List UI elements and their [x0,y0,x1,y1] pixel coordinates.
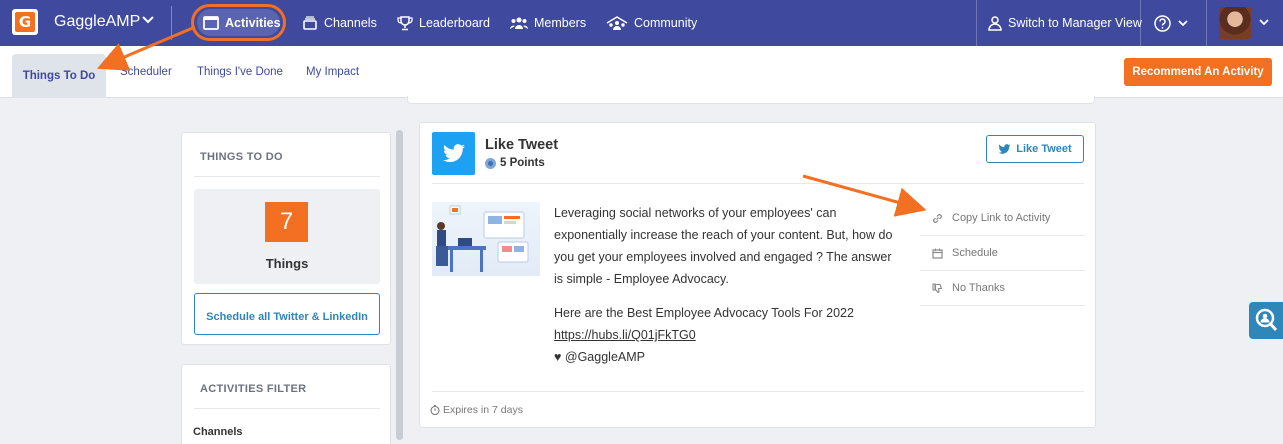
copy-link-action[interactable]: Copy Link to Activity [920,201,1085,236]
tab-my-impact[interactable]: My Impact [306,46,359,98]
nav-divider [1140,0,1141,46]
thumbs-down-icon [932,282,943,293]
like-tweet-label: Like Tweet [1016,143,1072,155]
action-label: No Thanks [952,282,1005,294]
signature: ♥ @GaggleAMP [554,350,645,364]
nav-item-members[interactable]: Members [510,0,586,46]
divider [432,391,1084,392]
search-help-icon [1255,308,1278,331]
chevron-down-icon [1178,20,1188,27]
nav-item-label: Leaderboard [419,16,490,30]
schedule-all-button[interactable]: Schedule all Twitter & LinkedIn [194,293,380,335]
user-icon [988,15,1002,31]
switch-manager-view-link[interactable]: Switch to Manager View [988,0,1142,46]
panel-title: THINGS TO DO [200,151,283,163]
divider [194,408,380,409]
divider [194,176,380,177]
nav-item-label: Channels [324,16,377,30]
nav-item-community[interactable]: Community [606,0,697,46]
activity-points: 5 Points [485,157,545,169]
nav-divider [976,0,977,46]
chevron-down-icon[interactable] [140,11,156,27]
points-icon [485,157,496,169]
gaggleamp-logo[interactable]: G [12,9,38,35]
like-tweet-button[interactable]: Like Tweet [986,135,1084,163]
things-count: 7 [265,202,308,242]
switch-manager-view-label: Switch to Manager View [1008,16,1142,30]
user-avatar[interactable] [1219,7,1251,39]
description-line: Here are the Best Employee Advocacy Tool… [554,306,854,320]
activity-title: Like Tweet [485,137,559,153]
activity-card: Like Tweet 5 Points Like Tweet Leveragin… [419,122,1096,428]
help-menu[interactable] [1154,0,1195,46]
nav-item-label: Members [534,16,587,30]
things-count-label: Things [265,256,309,271]
members-icon [510,17,528,29]
expires-info: Expires in 7 days [430,404,523,416]
schedule-action[interactable]: Schedule [920,236,1085,271]
tab-things-to-do[interactable]: Things To Do [12,54,106,98]
activity-actions: Copy Link to Activity Schedule No Thanks [920,201,1085,306]
community-icon [606,16,628,30]
trophy-icon [397,15,413,30]
top-navigation-bar: G GaggleAMP Activities Channels Leaderbo… [0,0,1283,46]
description-paragraph: Leveraging social networks of your emplo… [554,206,893,286]
activity-illustration[interactable] [432,202,540,276]
nav-divider [171,6,172,40]
nav-item-leaderboard[interactable]: Leaderboard [397,0,490,46]
link-icon [933,213,942,223]
help-widget-button[interactable] [1249,302,1283,339]
annotation-circle [191,4,286,41]
help-icon [1154,14,1171,32]
things-to-do-panel: THINGS TO DO 7 Things Schedule all Twitt… [181,132,391,345]
chevron-down-icon[interactable] [1258,16,1270,28]
previous-card-edge [407,96,1095,104]
channels-filter-label: Channels [193,426,243,438]
panel-title: ACTIVITIES FILTER [200,383,307,395]
points-label: 5 Points [500,157,545,169]
tab-things-ive-done[interactable]: Things I've Done [197,46,283,98]
calendar-icon [932,248,943,259]
nav-divider [1206,0,1207,46]
sub-navigation: Things To Do Scheduler Things I've Done … [0,46,1283,98]
activity-description: Leveraging social networks of your emplo… [554,202,894,368]
channels-icon [303,16,317,30]
activities-filter-panel: ACTIVITIES FILTER Channels [181,364,391,444]
recommend-activity-button[interactable]: Recommend An Activity [1124,58,1272,86]
no-thanks-action[interactable]: No Thanks [920,271,1085,306]
tab-scheduler[interactable]: Scheduler [120,46,172,98]
things-count-box: 7 Things [194,189,380,284]
nav-item-label: Community [634,16,698,30]
brand-name[interactable]: GaggleAMP [54,13,140,31]
scrollbar[interactable] [396,130,403,440]
clock-icon [430,405,440,415]
nav-item-channels[interactable]: Channels [302,0,377,46]
activity-link[interactable]: https://hubs.li/Q01jFkTG0 [554,328,696,342]
action-label: Schedule [952,247,998,259]
expires-label: Expires in 7 days [443,404,523,416]
divider [432,183,1084,184]
twitter-icon [432,132,475,175]
action-label: Copy Link to Activity [952,212,1051,224]
twitter-icon [998,143,1011,154]
